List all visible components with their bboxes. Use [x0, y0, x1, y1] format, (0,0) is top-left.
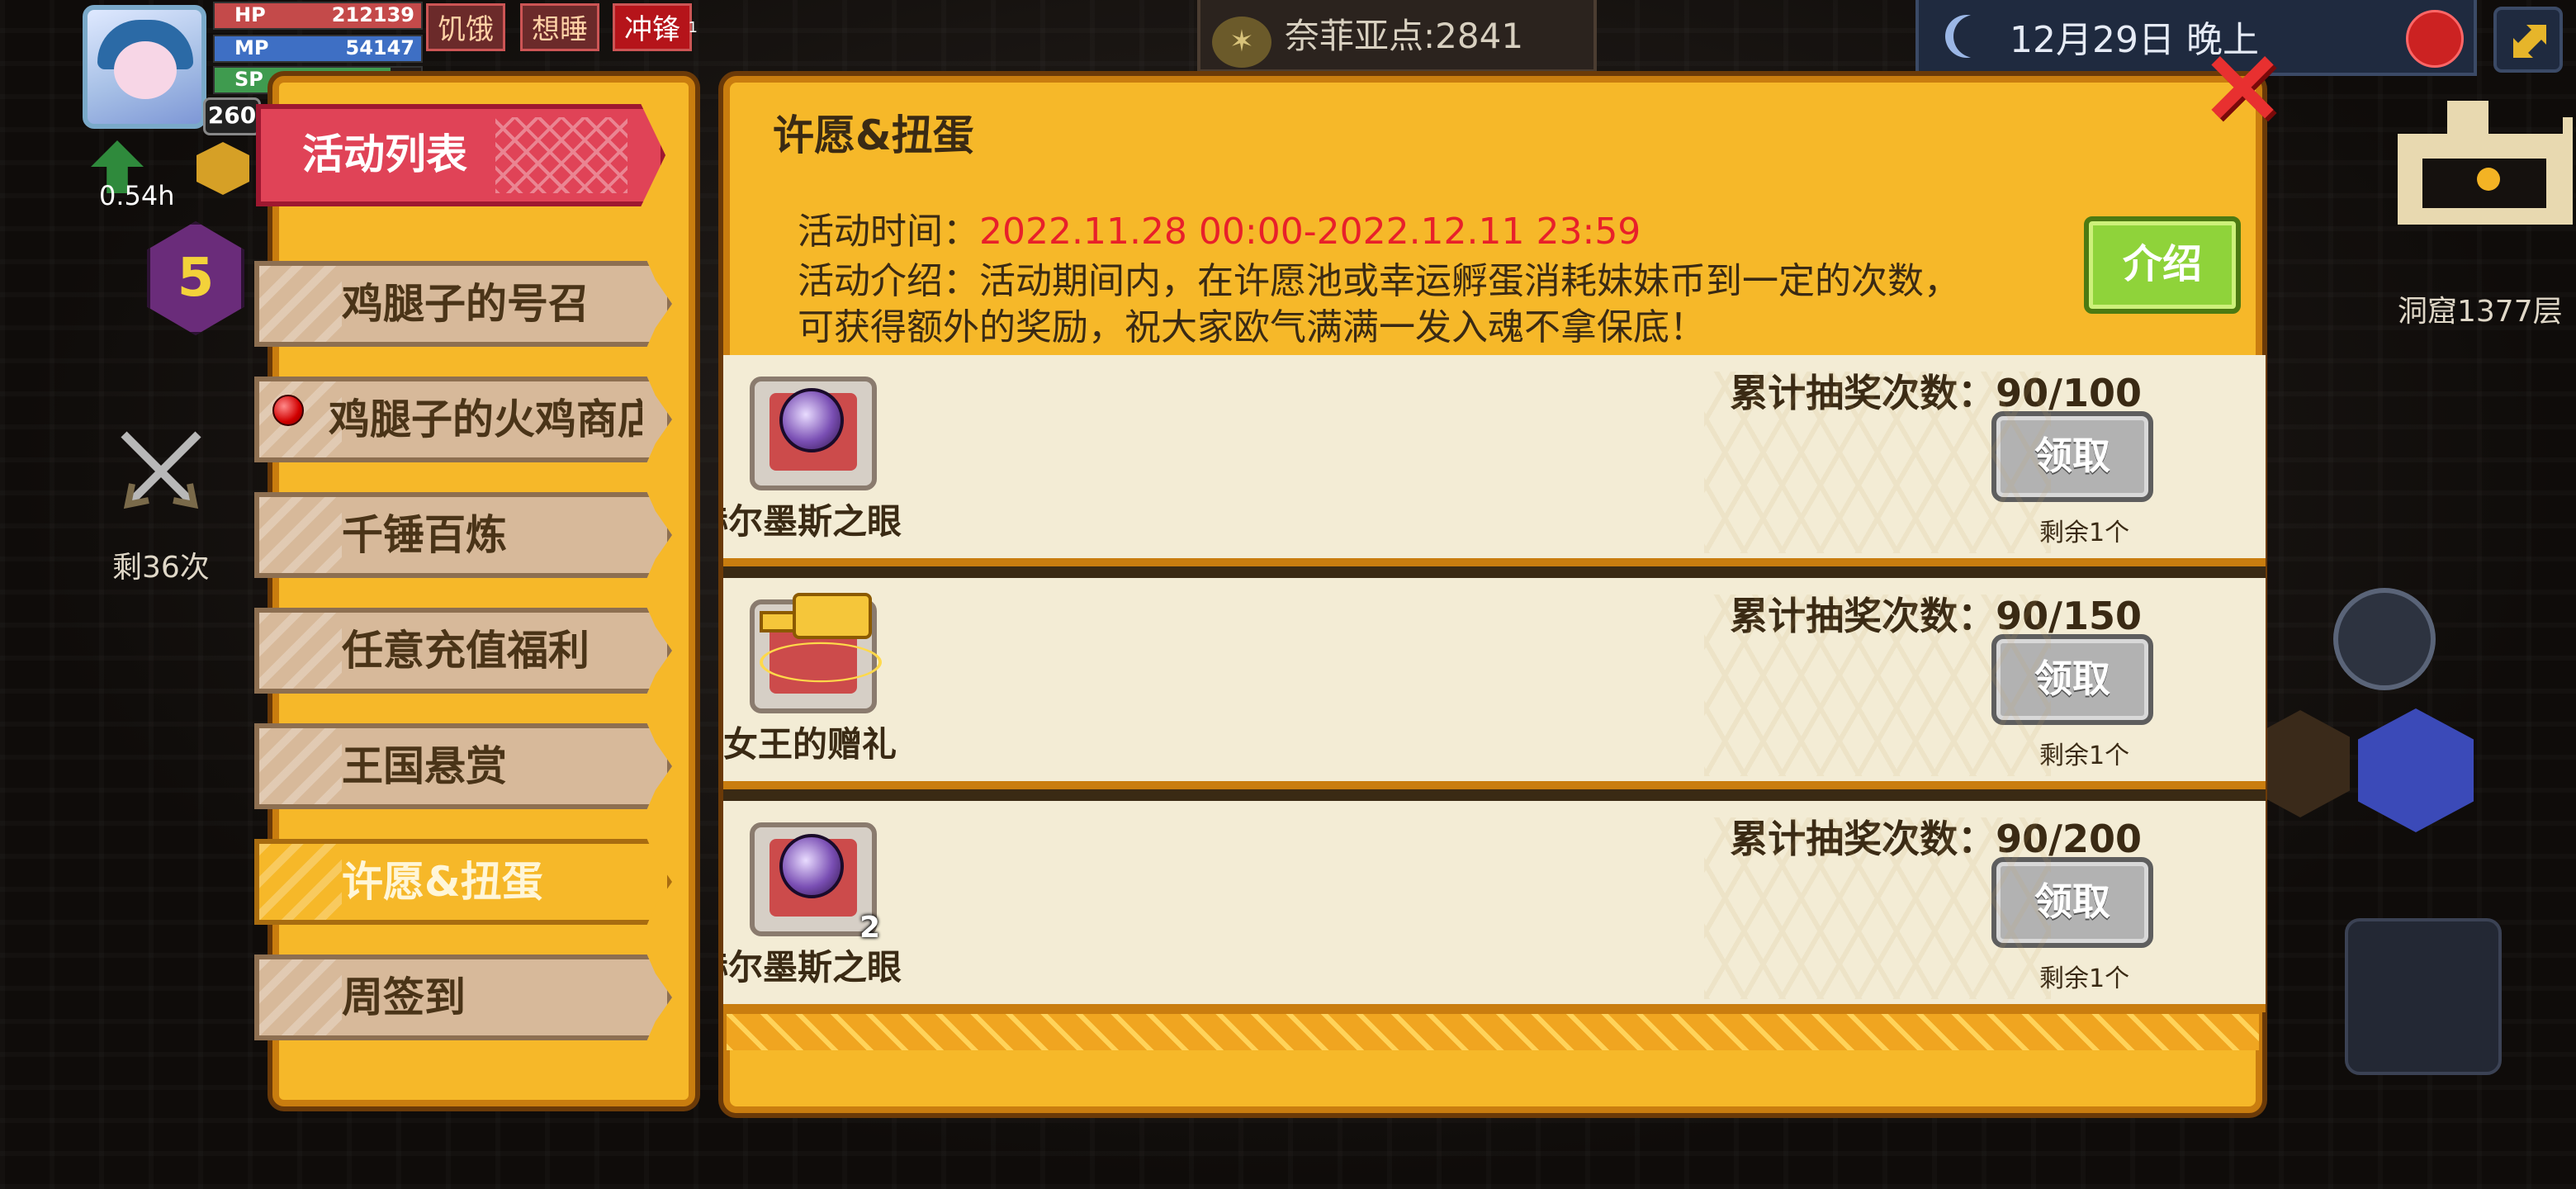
sidebar-item-label: 鸡腿子的号召 [342, 280, 590, 328]
hp-value: 212139 [331, 3, 414, 26]
reward-item-name: 赫尔墨斯之眼 [723, 947, 902, 988]
hp-bar: HP 212139 [213, 2, 423, 30]
activity-list-title: 活动列表 [302, 130, 467, 178]
crossed-swords-icon[interactable] [116, 426, 206, 517]
row-divider [723, 566, 2266, 578]
minimap[interactable] [2398, 84, 2573, 233]
nephia-icon: ✶ [1212, 17, 1271, 68]
sidebar-item-turkey-shop[interactable]: 鸡腿子的火鸡商店 [254, 377, 672, 462]
remaining-count: 剩余1个 [2039, 964, 2130, 993]
compass-icon[interactable] [2333, 588, 2436, 690]
reward-row: 女王的赠礼 累计抽奖次数：90/150 领取 剩余1个 [723, 578, 2266, 789]
player-avatar[interactable] [83, 5, 206, 129]
claim-button[interactable]: 领取 [1991, 411, 2153, 502]
mp-label: MP [234, 36, 269, 59]
cumulative-draw-count: 累计抽奖次数：90/150 [1730, 594, 2142, 638]
sidebar-item-recharge-bonus[interactable]: 任意充值福利 [254, 608, 672, 694]
nephia-points[interactable]: ✶ 奈菲亚点:2841 [1197, 0, 1597, 73]
notification-dot-icon [272, 395, 304, 426]
reward-item-slot[interactable] [750, 377, 877, 490]
sidebar-item-kingdom-bounty[interactable]: 王国悬赏 [254, 723, 672, 809]
golden-hammer-icon [760, 593, 882, 684]
globe-icon[interactable] [2406, 10, 2464, 68]
speed-value: 0.54h [99, 180, 175, 211]
bow-icon[interactable] [2345, 918, 2502, 1075]
activity-title: 许愿&扭蛋 [773, 111, 974, 159]
sidebar-item-forging[interactable]: 千锤百炼 [254, 492, 672, 578]
hp-label: HP [234, 3, 266, 26]
sidebar-item-label: 任意充值福利 [342, 627, 590, 675]
sidebar-item-label: 许愿&扭蛋 [342, 858, 543, 906]
sp-label: SP [234, 68, 263, 91]
activity-time: 活动时间：2022.11.28 00:00-2022.12.11 23:59 [798, 201, 1641, 254]
mp-value: 54147 [345, 36, 415, 59]
avatar-face [114, 41, 177, 99]
activity-time-value: 2022.11.28 00:00-2022.12.11 23:59 [979, 211, 1641, 253]
panel-bottom-decoration [727, 1009, 2259, 1050]
close-icon[interactable]: × [2193, 32, 2292, 138]
cumulative-draw-count: 累计抽奖次数：90/200 [1730, 817, 2142, 861]
reward-item-slot[interactable] [750, 593, 882, 713]
row-divider [723, 789, 2266, 801]
remaining-attempts: 剩36次 [112, 551, 210, 585]
activity-sidebar [272, 76, 695, 1106]
cave-floor-label: 洞窟1377层 [2398, 295, 2563, 329]
reward-row: 赫尔墨斯之眼 累计抽奖次数：90/100 领取 剩余1个 [723, 355, 2266, 566]
expand-icon[interactable] [2493, 7, 2563, 73]
player-level: 260 [203, 97, 261, 135]
hermes-eye-icon [779, 388, 844, 452]
status-charge-count: 1 [688, 19, 698, 36]
sidebar-item-label: 周签到 [342, 973, 466, 1021]
status-charge[interactable]: 冲锋 1 [613, 3, 698, 51]
sidebar-item-label: 鸡腿子的火鸡商店 [329, 396, 642, 443]
reward-item-name: 女王的赠礼 [723, 724, 897, 765]
cumulative-draw-count: 累计抽奖次数：90/100 [1730, 371, 2142, 415]
sidebar-item-wish-gacha[interactable]: 许愿&扭蛋 [254, 839, 672, 925]
remaining-count: 剩余1个 [2039, 519, 2130, 547]
status-charge-label: 冲锋 [624, 13, 680, 46]
moon-icon [1953, 15, 1996, 58]
hermes-eye-icon [779, 834, 844, 898]
sidebar-item-label: 千锤百炼 [342, 511, 507, 559]
reward-item-name: 赫尔墨斯之眼 [723, 501, 902, 542]
claim-button[interactable]: 领取 [1991, 857, 2153, 948]
reward-row: 2 赫尔墨斯之眼 累计抽奖次数：90/200 领取 剩余1个 [723, 801, 2266, 1012]
activity-desc-line2: 可获得额外的奖励，祝大家欧气满满一发入魂不拿保底！ [798, 306, 1706, 348]
sidebar-item-drumstick-call[interactable]: 鸡腿子的号召 [254, 261, 672, 347]
claim-button[interactable]: 领取 [1991, 634, 2153, 725]
remaining-count: 剩余1个 [2039, 741, 2130, 770]
mp-bar: MP 54147 [213, 35, 423, 63]
status-hungry[interactable]: 饥饿 [426, 3, 505, 51]
activity-desc-line1: 活动介绍：活动期间内，在许愿池或幸运孵蛋消耗妹妹币到一定的次数， [798, 260, 1960, 302]
sidebar-item-label: 王国悬赏 [342, 742, 507, 790]
intro-button[interactable]: 介绍 [2084, 216, 2241, 314]
reward-item-slot[interactable]: 2 [750, 822, 880, 945]
sidebar-item-weekly-signin[interactable]: 周签到 [254, 955, 672, 1040]
nephia-text: 奈菲亚点:2841 [1285, 16, 1524, 56]
status-sleepy[interactable]: 想睡 [520, 3, 599, 51]
activity-list-header: 活动列表 [256, 104, 665, 206]
activity-time-label: 活动时间： [798, 211, 979, 253]
